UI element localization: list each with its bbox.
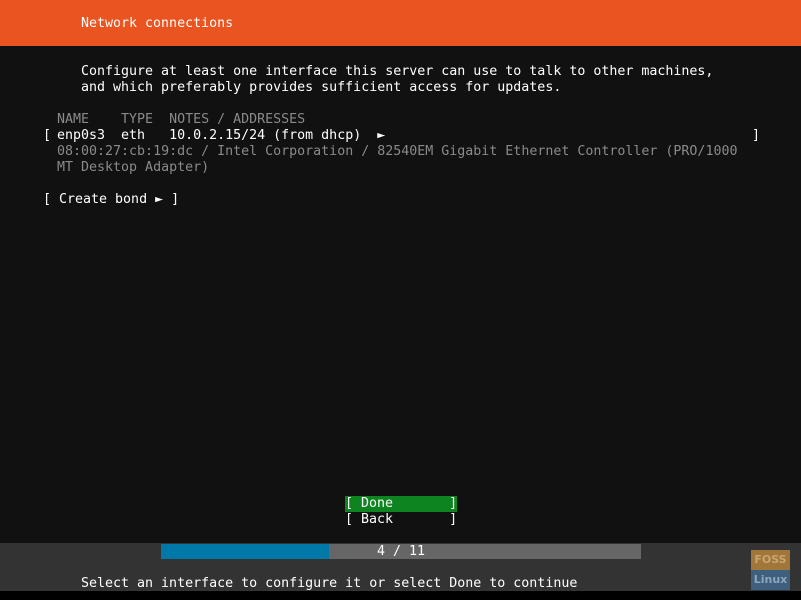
done-button[interactable]: [ Done ]	[345, 496, 457, 512]
watermark-top: FOSS	[751, 550, 790, 570]
progress-label: 4 / 11	[376, 544, 426, 559]
interface-details-2: MT Desktop Adapter)	[57, 160, 210, 175]
create-bond-button[interactable]: [ Create bond ► ]	[43, 192, 179, 208]
interface-details-1: 08:00:27:cb:19:dc / Intel Corporation / …	[57, 144, 738, 159]
status-message: Select an interface to configure it or s…	[81, 576, 578, 591]
progress-bar: 4 / 11	[161, 544, 641, 559]
page-title: Network connections	[81, 16, 234, 31]
watermark-bottom: Linux	[751, 570, 790, 590]
interface-summary: enp0s3 eth 10.0.2.15/24 (from dhcp) ►	[57, 128, 386, 143]
row-bracket-open: [	[43, 128, 52, 143]
description-line-2: and which preferably provides sufficient…	[81, 80, 562, 95]
description-line-1: Configure at least one interface this se…	[81, 64, 714, 79]
table-header: NAME TYPE NOTES / ADDRESSES	[57, 112, 306, 127]
row-bracket-close: ]	[752, 128, 761, 143]
back-button[interactable]: [ Back ]	[345, 512, 457, 528]
fosslinux-watermark-logo: FOSS Linux	[751, 550, 790, 590]
